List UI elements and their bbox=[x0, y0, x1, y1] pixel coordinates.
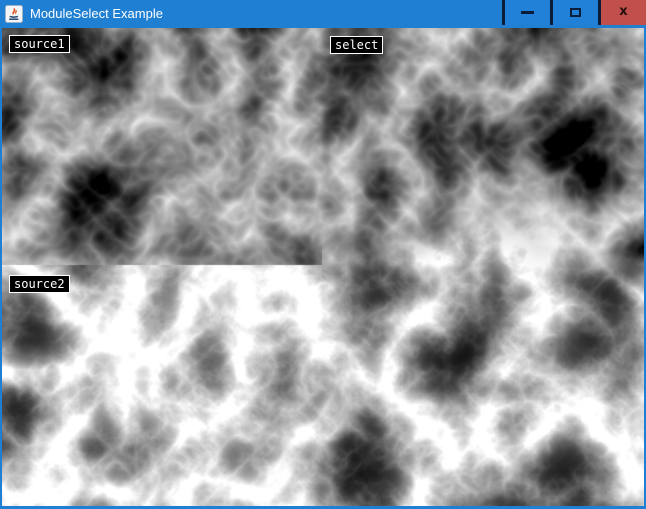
java-coffee-cup-icon bbox=[5, 5, 23, 23]
window-controls: x bbox=[502, 0, 646, 25]
source1-label: source1 bbox=[9, 35, 70, 53]
window-title: ModuleSelect Example bbox=[30, 0, 163, 28]
noise-canvas bbox=[2, 28, 644, 506]
close-button[interactable]: x bbox=[601, 0, 646, 25]
noise-render-area: source1 select source2 bbox=[2, 28, 644, 506]
minimize-icon bbox=[521, 11, 534, 14]
java-app-icon[interactable] bbox=[5, 5, 23, 23]
maximize-button[interactable] bbox=[553, 0, 598, 25]
minimize-button[interactable] bbox=[505, 0, 550, 25]
maximize-icon bbox=[570, 8, 581, 17]
app-window: ModuleSelect Example x source1 select so… bbox=[0, 0, 646, 509]
select-label: select bbox=[330, 36, 383, 54]
source2-label: source2 bbox=[9, 275, 70, 293]
close-icon: x bbox=[619, 5, 627, 18]
titlebar[interactable]: ModuleSelect Example x bbox=[0, 0, 646, 28]
